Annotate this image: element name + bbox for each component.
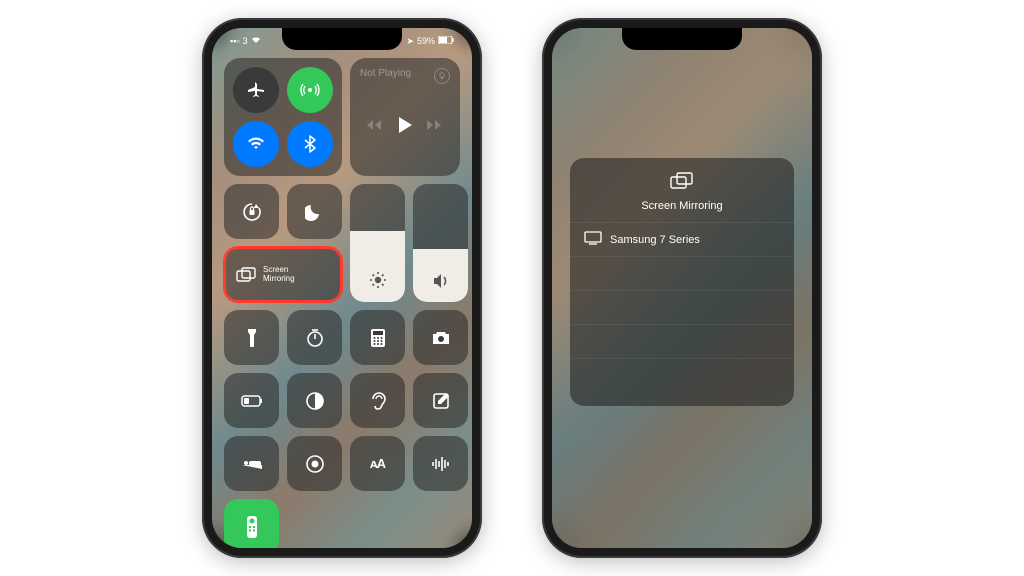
signal-icon: ▪▪▫ [230,36,240,46]
screen-mirroring-icon [670,172,694,195]
hearing-button[interactable] [350,373,405,428]
dark-mode-button[interactable] [287,373,342,428]
mirroring-device-row[interactable]: Samsung 7 Series [570,222,794,256]
volume-slider[interactable] [413,184,468,302]
record-icon [305,454,325,474]
orientation-lock-icon [241,201,263,223]
notch [622,28,742,50]
remote-icon [247,516,257,538]
timer-icon [305,328,325,348]
connectivity-card[interactable] [224,58,342,176]
bed-icon [241,457,263,471]
tv-icon [584,231,602,248]
screen-mirroring-button[interactable]: ScreenMirroring [224,247,342,302]
cellular-icon [300,80,320,100]
notes-button[interactable] [413,373,468,428]
camera-icon [431,330,451,346]
do-not-disturb-button[interactable] [287,184,342,239]
battery-low-power-icon [241,395,263,407]
waveform-icon [431,456,451,472]
screen-mirroring-panel-screen: Screen Mirroring Samsung 7 Series [552,28,812,548]
screen-mirroring-label: ScreenMirroring [263,266,295,284]
brightness-slider[interactable] [350,184,405,302]
flashlight-button[interactable] [224,310,279,365]
wifi-toggle[interactable] [233,121,279,167]
airplane-icon [246,80,266,100]
location-icon: ➤ [406,36,414,47]
sleep-mode-button[interactable] [224,436,279,491]
device-name-label: Samsung 7 Series [610,234,700,246]
iphone-device-right: Screen Mirroring Samsung 7 Series [542,18,822,558]
wifi-icon [246,134,266,154]
iphone-device-left: ▪▪▫ 3 ⏰ ➤ 59% [202,18,482,558]
bluetooth-toggle[interactable] [287,121,333,167]
battery-icon [438,36,454,46]
empty-device-row [570,358,794,392]
empty-device-row [570,324,794,358]
volume-icon [432,273,450,294]
cellular-data-toggle[interactable] [287,67,333,113]
media-prev-button[interactable] [367,118,383,136]
text-size-icon: ᴀA [370,456,385,471]
camera-button[interactable] [413,310,468,365]
bluetooth-icon [300,134,320,154]
media-next-button[interactable] [427,118,443,136]
wifi-icon [251,36,261,46]
panel-title: Screen Mirroring [641,200,722,212]
airplay-icon[interactable] [434,68,450,84]
media-status-label: Not Playing [360,68,411,84]
screen-recording-button[interactable] [287,436,342,491]
ear-icon [370,391,386,411]
screen-mirroring-icon [236,267,256,283]
brightness-icon [369,271,387,294]
flashlight-icon [246,328,258,348]
timer-button[interactable] [287,310,342,365]
screen-mirroring-panel: Screen Mirroring Samsung 7 Series [570,158,794,406]
dark-mode-icon [305,391,325,411]
calculator-icon [370,328,386,348]
orientation-lock-button[interactable] [224,184,279,239]
low-power-mode-button[interactable] [224,373,279,428]
media-card[interactable]: Not Playing [350,58,460,176]
screen-control-center: ▪▪▫ 3 ⏰ ➤ 59% [212,28,472,548]
airplane-mode-toggle[interactable] [233,67,279,113]
voice-memos-button[interactable] [413,436,468,491]
carrier-label: 3 [243,36,248,46]
moon-icon [305,202,325,222]
notch [282,28,402,50]
media-play-button[interactable] [397,116,413,139]
calculator-button[interactable] [350,310,405,365]
empty-device-row [570,256,794,290]
battery-percent: 59% [417,36,435,46]
apple-tv-remote-button[interactable] [224,499,279,548]
empty-device-row [570,290,794,324]
text-size-button[interactable]: ᴀA [350,436,405,491]
compose-icon [432,392,450,410]
